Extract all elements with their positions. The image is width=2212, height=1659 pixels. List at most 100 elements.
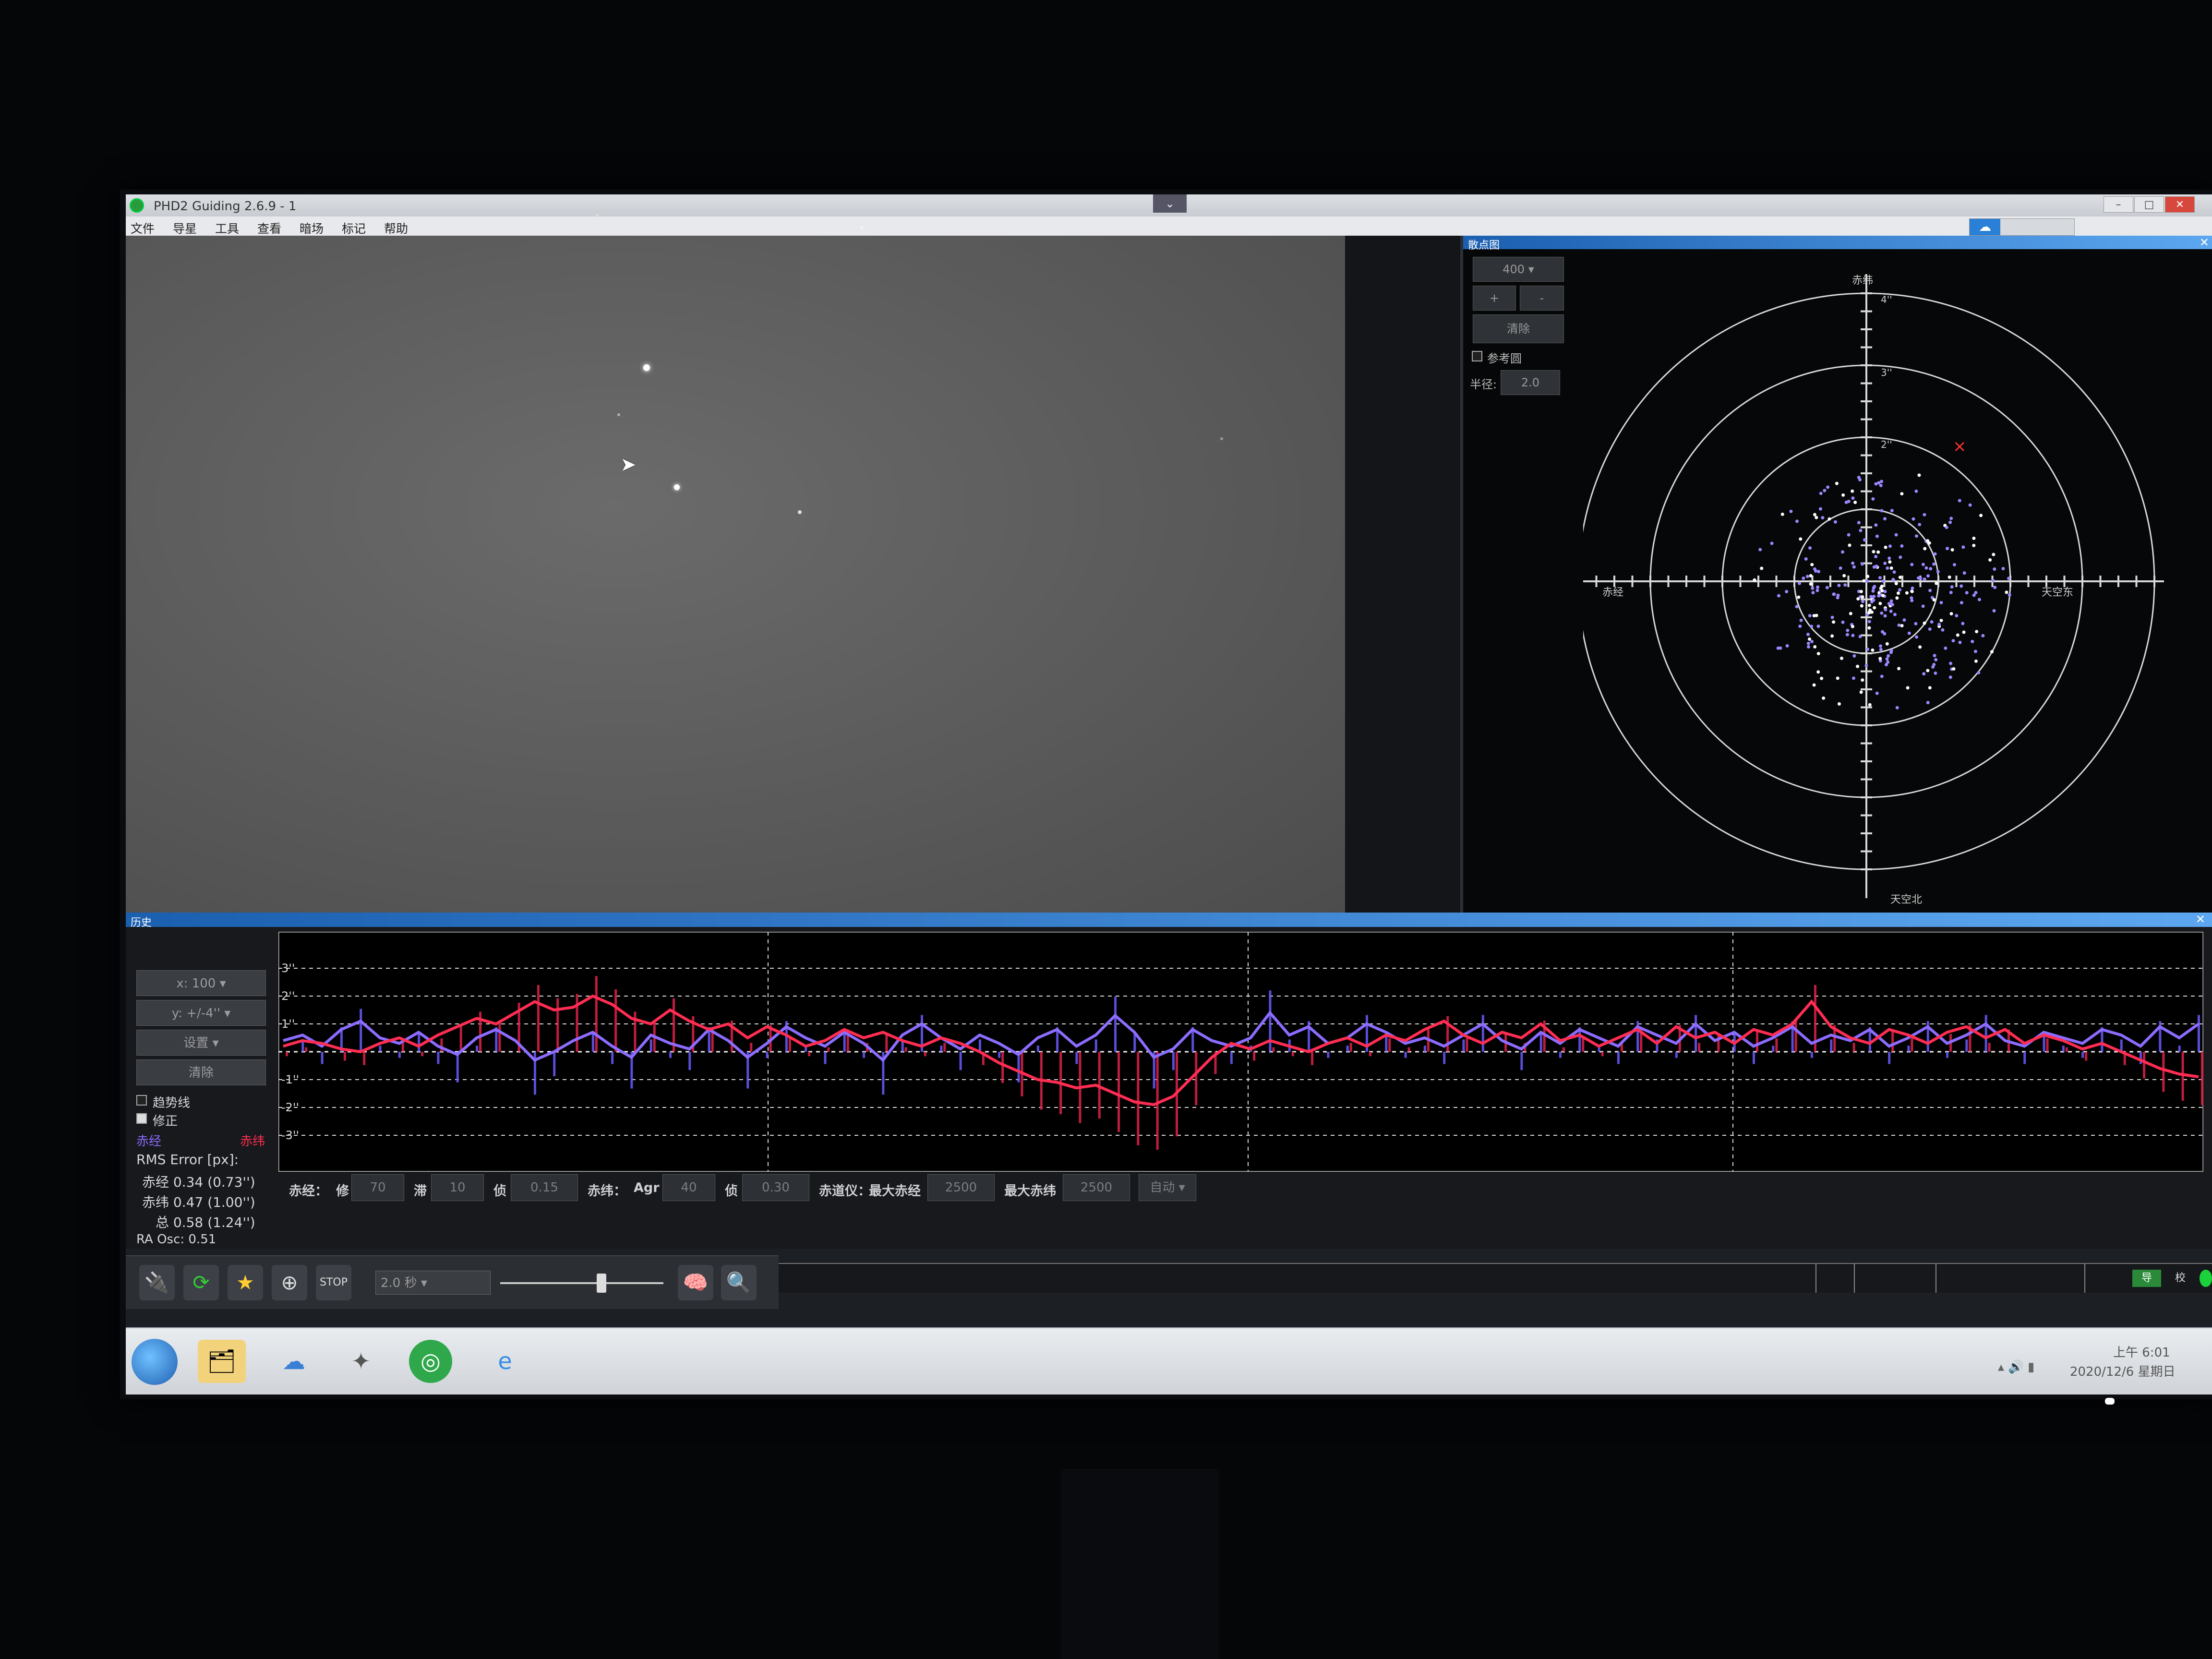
guide-sample-point <box>1939 601 1943 604</box>
x-scale-select[interactable]: x: 100 ▾ <box>136 970 266 996</box>
guide-sample-point <box>1806 641 1810 645</box>
minimize-button[interactable]: – <box>2104 196 2133 213</box>
ra-hyst-stepper[interactable]: 10 <box>431 1174 484 1201</box>
max-dec-stepper[interactable]: 2500 <box>1063 1174 1130 1201</box>
gamma-slider[interactable] <box>500 1282 663 1284</box>
ref-circle-checkbox[interactable] <box>1472 351 1482 361</box>
ra-correction-bar <box>1888 1052 1891 1064</box>
ra-params-label: 赤经： <box>289 1184 328 1199</box>
history-settings-button[interactable]: 设置 ▾ <box>136 1030 266 1056</box>
ra-correction-bar <box>360 1009 362 1052</box>
ra-correction-bar <box>1327 1052 1330 1058</box>
dec-agr-stepper[interactable]: 40 <box>662 1174 715 1201</box>
dec-correction-bar <box>440 1038 443 1052</box>
exposure-select[interactable]: 2.0 秒 ▾ <box>375 1271 491 1295</box>
axis-west-label: 赤经 <box>1602 587 1623 599</box>
guide-star <box>643 364 650 371</box>
ring-label-3: 3'' <box>1881 367 1892 378</box>
ra-min-stepper[interactable]: 0.15 <box>511 1174 578 1201</box>
maximize-button[interactable]: □ <box>2134 196 2164 213</box>
guide-sample-point <box>1893 613 1897 616</box>
guide-sample-point <box>1871 497 1875 501</box>
guide-sample-point <box>1960 584 1963 588</box>
dec-correction-bar <box>1137 1052 1140 1145</box>
telescope-app-icon[interactable]: ✦ <box>337 1340 385 1383</box>
dec-correction-bar <box>1195 1052 1198 1106</box>
auto-select-star-button[interactable]: ★ <box>228 1265 263 1300</box>
y-scale-select[interactable]: y: +/-4'' ▾ <box>136 1000 266 1026</box>
dec-mode-select[interactable]: 自动 ▾ <box>1139 1174 1196 1201</box>
max-ra-stepper[interactable]: 2500 <box>927 1174 995 1201</box>
star-profile-button[interactable]: 🔍 <box>721 1265 757 1300</box>
crosshair-icon: ⊕ <box>281 1271 298 1294</box>
guide-sample-point <box>1878 601 1882 605</box>
target-clear-button[interactable]: 清除 <box>1473 314 1564 343</box>
guide-sample-point <box>1770 541 1774 545</box>
star <box>617 413 620 416</box>
ie-browser-icon[interactable]: e <box>481 1340 529 1383</box>
menu-bookmarks[interactable]: 标记 <box>342 219 366 237</box>
ra-correction-bar <box>766 1052 769 1058</box>
zoom-in-button[interactable]: + <box>1473 286 1516 311</box>
dec-correction-bar <box>401 1043 404 1052</box>
dec-correction-bar <box>1794 1021 1797 1052</box>
guide-sample-point <box>1932 598 1936 601</box>
guide-sample-point <box>1872 594 1876 598</box>
menu-file[interactable]: 文件 <box>131 219 155 237</box>
guide-sample-point <box>1866 575 1870 578</box>
guide-sample-point <box>1948 520 1952 524</box>
menu-help[interactable]: 帮助 <box>384 219 408 237</box>
guide-sample-point <box>1760 566 1764 570</box>
menu-view[interactable]: 查看 <box>257 219 281 237</box>
cloud-sync-button[interactable]: ☁ <box>1969 218 2075 236</box>
radius-stepper[interactable]: 2.0 <box>1501 370 1560 395</box>
menu-tools[interactable]: 工具 <box>215 219 239 237</box>
usb-connect-button[interactable]: 🔌 <box>139 1265 175 1300</box>
history-close-icon[interactable]: ✕ <box>2196 913 2205 926</box>
corrections-checkbox[interactable] <box>136 1113 147 1124</box>
menu-guide[interactable]: 导星 <box>173 219 197 237</box>
guide-sample-point <box>1885 642 1889 646</box>
guide-sample-point <box>1921 563 1925 566</box>
ra-agg-stepper[interactable]: 70 <box>351 1174 404 1201</box>
rms-title: RMS Error [px]: <box>136 1152 239 1167</box>
guide-sample-point <box>1929 567 1933 571</box>
graph-y-tick: 1'' <box>281 1017 295 1031</box>
camera-frame[interactable]: ➤ <box>126 214 1372 913</box>
ra-correction-bar <box>398 1052 401 1058</box>
ra-correction-bar <box>1617 1052 1620 1064</box>
menu-darks[interactable]: 暗场 <box>300 219 324 237</box>
gamma-slider-thumb[interactable] <box>596 1274 606 1293</box>
trendlines-checkbox[interactable] <box>136 1095 147 1106</box>
guide-sample-point <box>1900 544 1904 548</box>
zoom-out-button[interactable]: - <box>1520 286 1564 311</box>
dec-min-stepper[interactable]: 0.30 <box>742 1174 809 1201</box>
brain-settings-button[interactable]: 🧠 <box>678 1265 713 1300</box>
target-close-icon[interactable]: ✕ <box>2200 236 2209 249</box>
cloud-app-icon[interactable]: ☁ <box>270 1340 318 1383</box>
phd2-taskbar-icon[interactable]: ◎ <box>409 1340 452 1383</box>
guide-button[interactable]: ⊕ <box>272 1265 307 1300</box>
guide-sample-point <box>1837 584 1841 588</box>
ra-correction-bar <box>843 1033 846 1052</box>
explorer-icon[interactable]: 🗂 <box>198 1340 246 1383</box>
zoom-select[interactable]: 400 ▾ <box>1473 257 1564 282</box>
start-button[interactable] <box>132 1339 178 1385</box>
graph-y-tick: 2'' <box>281 989 295 1003</box>
ra-correction-bar <box>418 1033 421 1052</box>
guide-sample-point <box>1860 604 1863 608</box>
stop-button[interactable]: STOP <box>316 1265 351 1300</box>
guide-sample-point <box>1812 683 1816 687</box>
star <box>674 484 680 490</box>
collapse-icon[interactable]: ⌄ <box>1153 194 1187 213</box>
guide-sample-point <box>1898 588 1901 592</box>
ra-correction-bar <box>2178 1046 2181 1052</box>
history-clear-button[interactable]: 清除 <box>136 1059 266 1085</box>
guide-sample-point <box>1799 618 1803 622</box>
loop-button[interactable]: ⟳ <box>183 1265 219 1300</box>
tray-icons[interactable]: ▴ 🔊 ▮ <box>1998 1360 2034 1374</box>
guide-sample-point <box>1977 598 1981 601</box>
guide-sample-point <box>1859 690 1863 694</box>
ra-correction-bar <box>1133 1033 1136 1052</box>
close-button[interactable]: ✕ <box>2165 196 2195 213</box>
